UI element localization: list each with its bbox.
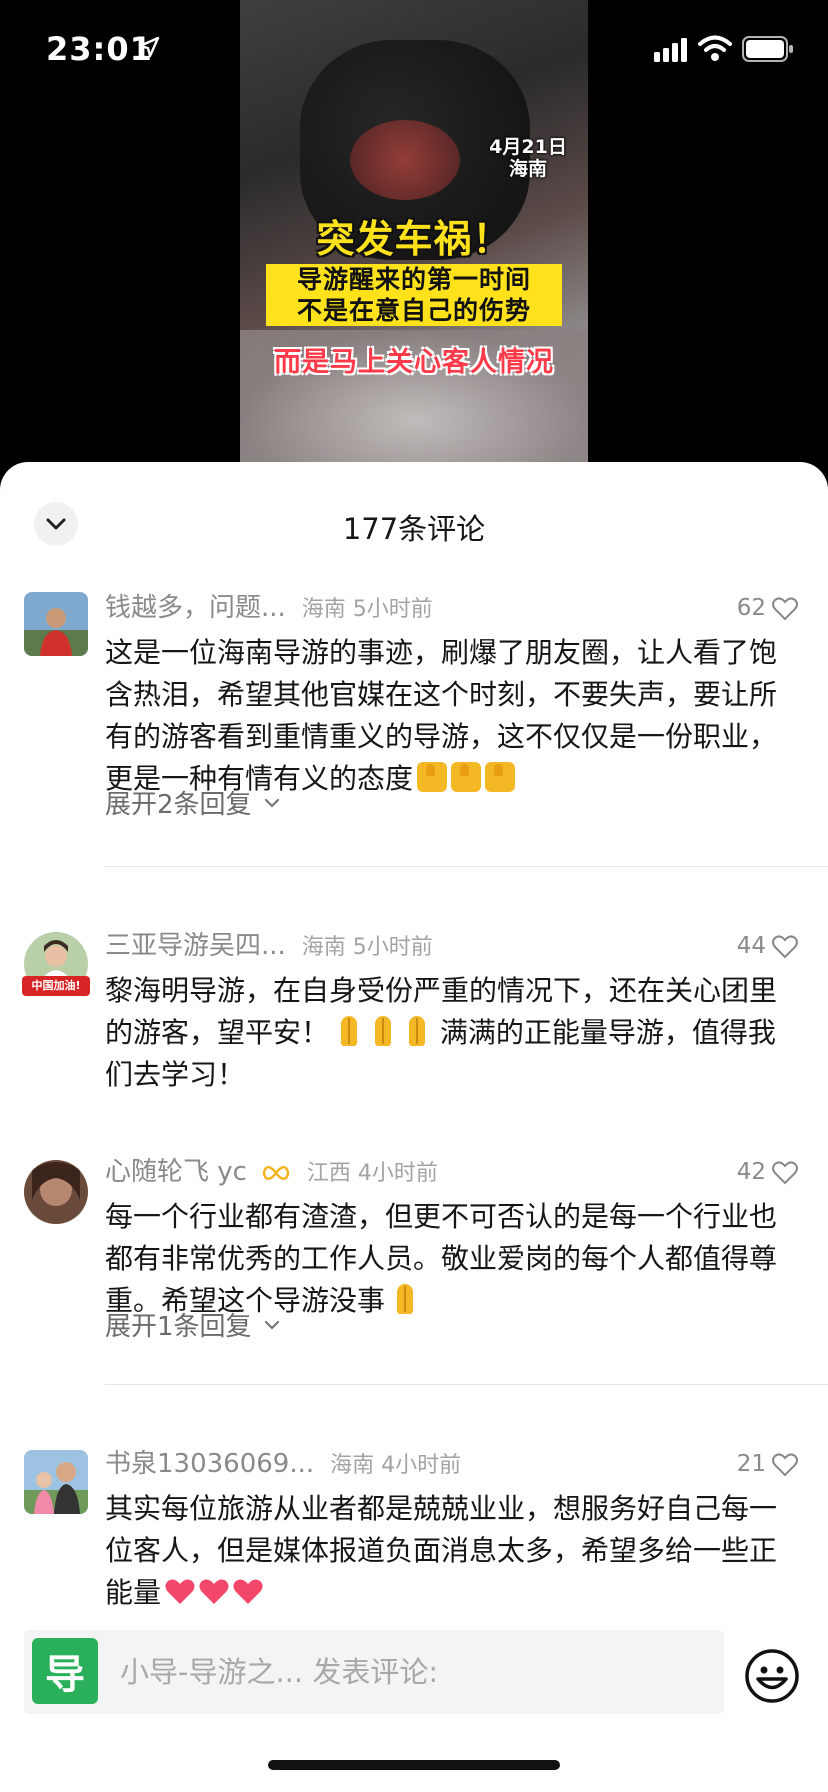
praying-hands-emoji-icon <box>403 1016 431 1046</box>
avatar-image <box>24 1160 88 1224</box>
thumbs-up-emoji-icon <box>417 762 448 792</box>
praying-hands-emoji-icon <box>369 1016 397 1046</box>
comment-username[interactable]: 钱越多，问题... <box>105 593 286 623</box>
red-heart-emoji-icon <box>233 1579 263 1604</box>
emoji-face-icon[interactable] <box>744 1648 800 1704</box>
video-subtitle-box: 导游醒来的第一时间 不是在意自己的伤势 <box>266 264 562 326</box>
heart-icon[interactable] <box>772 1161 798 1185</box>
home-indicator[interactable] <box>268 1760 560 1770</box>
avatar[interactable] <box>24 1160 88 1224</box>
video-subtitle-line-1: 导游醒来的第一时间 <box>296 265 531 294</box>
comment-meta: 心随轮飞 yc 江西 4小时前 <box>105 1154 438 1190</box>
location-arrow-icon <box>138 36 160 58</box>
avatar-image <box>24 1450 88 1514</box>
comment-text: 每一个行业都有渣渣，但更不可否认的是每一个行业也都有非常优秀的工作人员。敬业爱岗… <box>105 1196 785 1322</box>
comment-region-time: 海南 4小时前 <box>330 1453 462 1478</box>
like-count: 62 <box>736 595 766 621</box>
thumbs-up-emoji-icon <box>485 762 516 792</box>
wifi-icon <box>698 35 732 61</box>
sheet-header: 177条评论 <box>0 462 828 592</box>
like-count: 44 <box>736 933 766 959</box>
like-count: 42 <box>736 1159 766 1185</box>
comment-input[interactable]: 导 小导-导游之... 发表评论: <box>24 1630 724 1714</box>
red-heart-emoji-icon <box>199 1579 229 1604</box>
comment-text-content: 每一个行业都有渣渣，但更不可否认的是每一个行业也都有非常优秀的工作人员。敬业爱岗… <box>105 1200 778 1317</box>
divider <box>105 1384 828 1385</box>
comment-text: 这是一位海南导游的事迹，刷爆了朋友圈，让人看了饱含热泪，希望其他官媒在这个时刻，… <box>105 632 785 800</box>
video-date-caption: 4月21日 海南 <box>488 136 568 180</box>
comment-meta: 书泉13036069... 海南 4小时前 <box>105 1446 461 1482</box>
heart-icon[interactable] <box>772 597 798 621</box>
heart-icon[interactable] <box>772 935 798 959</box>
video-location: 海南 <box>508 158 547 180</box>
thumbs-up-emoji-icon <box>451 762 482 792</box>
comment-meta: 三亚导游吴四... 海南 5小时前 <box>105 928 433 964</box>
chevron-down-icon <box>264 798 279 808</box>
expand-replies-button[interactable]: 展开1条回复 <box>105 1306 280 1343</box>
like-count: 21 <box>736 1451 766 1477</box>
cellular-signal-icon <box>654 38 687 62</box>
expand-replies-button[interactable]: 展开2条回复 <box>105 784 280 821</box>
app-logo: 导 <box>32 1638 98 1704</box>
chevron-down-icon <box>264 1320 279 1330</box>
comment-username[interactable]: 心随轮飞 yc <box>105 1157 247 1187</box>
infinity-badge-icon <box>262 1165 290 1181</box>
comment-region-time: 海南 5小时前 <box>301 597 433 622</box>
video-frame-blood <box>350 120 460 200</box>
comment-count-title: 177条评论 <box>342 512 486 546</box>
comment-input-placeholder: 小导-导游之... 发表评论: <box>120 1655 439 1689</box>
comment-region-time: 江西 4小时前 <box>306 1161 438 1186</box>
video-headline: 突发车祸！ <box>316 217 512 261</box>
divider <box>105 866 828 867</box>
comment-username[interactable]: 三亚导游吴四... <box>105 931 286 961</box>
praying-hands-emoji-icon <box>335 1016 363 1046</box>
avatar-badge: 中国加油! <box>22 976 90 996</box>
expand-replies-label: 展开1条回复 <box>105 1312 252 1342</box>
video-date: 4月21日 <box>489 136 567 158</box>
heart-icon[interactable] <box>772 1453 798 1477</box>
comments-sheet: 177条评论 钱越多，问题... 海南 5小时前 62 这是一位海南导游的事迹，… <box>0 462 828 1792</box>
comment-username[interactable]: 书泉13036069... <box>105 1449 314 1479</box>
status-bar: 23:01 <box>0 0 828 100</box>
comment-text: 黎海明导游，在自身受份严重的情况下，还在关心团里的游客，望平安！ 满满的正能量导… <box>105 970 785 1096</box>
avatar[interactable] <box>24 1450 88 1514</box>
red-heart-emoji-icon <box>165 1579 195 1604</box>
expand-replies-label: 展开2条回复 <box>105 790 252 820</box>
video-subtitle-line-3: 而是马上关心客人情况 <box>274 347 554 378</box>
comment-text: 其实每位旅游从业者都是兢兢业业，想服务好自己每一位客人，但是媒体报道负面消息太多… <box>105 1488 785 1614</box>
avatar[interactable] <box>24 592 88 656</box>
status-time: 23:01 <box>46 30 153 68</box>
comment-region-time: 海南 5小时前 <box>301 935 433 960</box>
comment-meta: 钱越多，问题... 海南 5小时前 <box>105 590 433 626</box>
praying-hands-emoji-icon <box>391 1284 419 1314</box>
battery-icon <box>742 36 793 62</box>
video-subtitle-line-2: 不是在意自己的伤势 <box>296 296 531 325</box>
avatar-image <box>24 592 88 656</box>
